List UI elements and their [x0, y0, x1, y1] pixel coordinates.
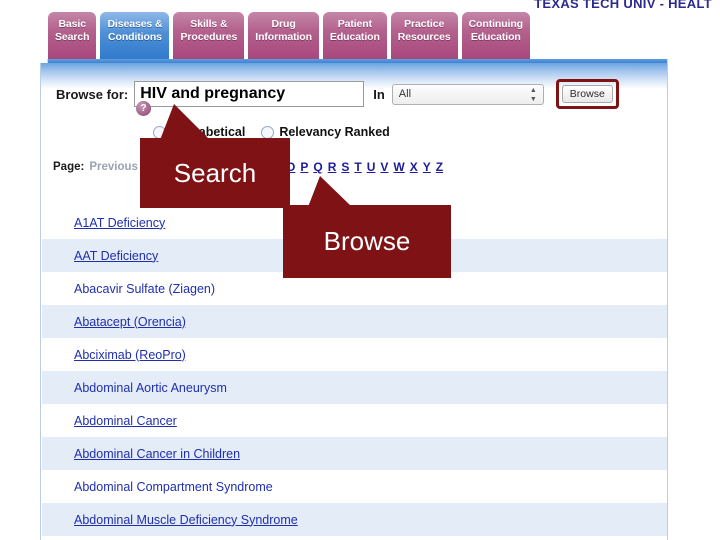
- tab-drug-information[interactable]: Drug Information: [247, 11, 320, 61]
- result-link[interactable]: Abciximab (ReoPro): [74, 348, 186, 362]
- search-callout-pointer: [160, 104, 210, 140]
- result-row[interactable]: Abdominal Aortic Aneurysm: [42, 371, 667, 404]
- result-row[interactable]: Abdominal Compartment Syndrome: [42, 470, 667, 503]
- tab-continuing-education[interactable]: Continuing Education: [460, 11, 531, 61]
- tab-label: Diseases & Conditions: [107, 18, 163, 43]
- tab-label: Practice Resources: [397, 18, 451, 43]
- result-row[interactable]: Abatacept (Orencia): [42, 305, 667, 338]
- browse-callout: Browse: [283, 205, 451, 278]
- tab-label: Patient Education: [329, 18, 380, 43]
- tab-label: Drug Information: [255, 18, 312, 43]
- alpha-link-w[interactable]: W: [393, 160, 404, 174]
- result-link[interactable]: A1AT Deficiency: [74, 216, 165, 230]
- alpha-link-p[interactable]: P: [300, 160, 308, 174]
- result-row[interactable]: Abdominal Cancer in Children: [42, 437, 667, 470]
- search-callout: Search: [140, 138, 290, 208]
- result-link[interactable]: AAT Deficiency: [74, 249, 158, 263]
- browse-for-label: Browse for:: [56, 86, 129, 102]
- tab-label: Basic Search: [55, 18, 90, 43]
- radio-relevancy[interactable]: Relevancy Ranked: [261, 125, 390, 139]
- alpha-link-x[interactable]: X: [410, 160, 418, 174]
- main-tab-bar: Basic Search Diseases & Conditions Skills …: [47, 11, 533, 63]
- tab-label: Continuing Education: [468, 18, 524, 43]
- alpha-link-q[interactable]: Q: [313, 160, 322, 174]
- alpha-link-y[interactable]: Y: [423, 160, 431, 174]
- radio-dot-icon: [261, 125, 275, 139]
- alpha-link-v[interactable]: V: [380, 160, 388, 174]
- alpha-link-z[interactable]: Z: [436, 160, 443, 174]
- browse-button[interactable]: Browse: [561, 85, 613, 103]
- tab-practice-resources[interactable]: Practice Resources: [389, 11, 459, 61]
- scope-select-value: All: [398, 88, 412, 100]
- browse-callout-pointer: [308, 176, 352, 207]
- result-link[interactable]: Abatacept (Orencia): [74, 315, 186, 329]
- result-link[interactable]: Abdominal Compartment Syndrome: [74, 480, 273, 494]
- radio-relevancy-label: Relevancy Ranked: [279, 125, 390, 139]
- in-label: In: [373, 86, 385, 102]
- result-link[interactable]: Abacavir Sulfate (Ziagen): [74, 282, 215, 296]
- tab-basic-search[interactable]: Basic Search: [47, 11, 98, 61]
- alpha-link-s[interactable]: S: [341, 160, 349, 174]
- tab-label: Skills & Procedures: [180, 18, 238, 43]
- stepper-arrows-icon: ▲ ▼: [529, 86, 537, 103]
- tab-diseases-conditions[interactable]: Diseases & Conditions: [99, 11, 171, 61]
- help-icon[interactable]: ?: [136, 101, 151, 116]
- result-link[interactable]: Abdominal Cancer in Children: [74, 447, 240, 461]
- tab-patient-education[interactable]: Patient Education: [321, 11, 388, 61]
- browse-button-highlight: Browse: [555, 79, 619, 109]
- alpha-link-u[interactable]: U: [367, 160, 376, 174]
- page-label: Page:: [53, 161, 85, 173]
- result-row[interactable]: Abdominal Muscle Deficiency Syndrome: [42, 503, 667, 536]
- result-row[interactable]: Abciximab (ReoPro): [42, 338, 667, 371]
- content-panel: Browse for: In All ▲▼ Browse ? Alphabeti…: [40, 63, 668, 540]
- alpha-link-r[interactable]: R: [328, 160, 337, 174]
- previous-page-link[interactable]: Previous: [89, 161, 138, 173]
- tab-skills-procedures[interactable]: Skills & Procedures: [172, 11, 246, 61]
- result-row[interactable]: Abdominal Cancer: [42, 404, 667, 437]
- institution-title: TEXAS TECH UNIV - HEALT: [534, 0, 712, 11]
- scope-select[interactable]: All ▲ ▼: [391, 83, 544, 105]
- result-link[interactable]: Abdominal Cancer: [74, 414, 177, 428]
- result-link[interactable]: Abdominal Aortic Aneurysm: [74, 381, 227, 395]
- result-link[interactable]: Abdominal Muscle Deficiency Syndrome: [74, 513, 298, 527]
- alpha-link-t[interactable]: T: [354, 160, 361, 174]
